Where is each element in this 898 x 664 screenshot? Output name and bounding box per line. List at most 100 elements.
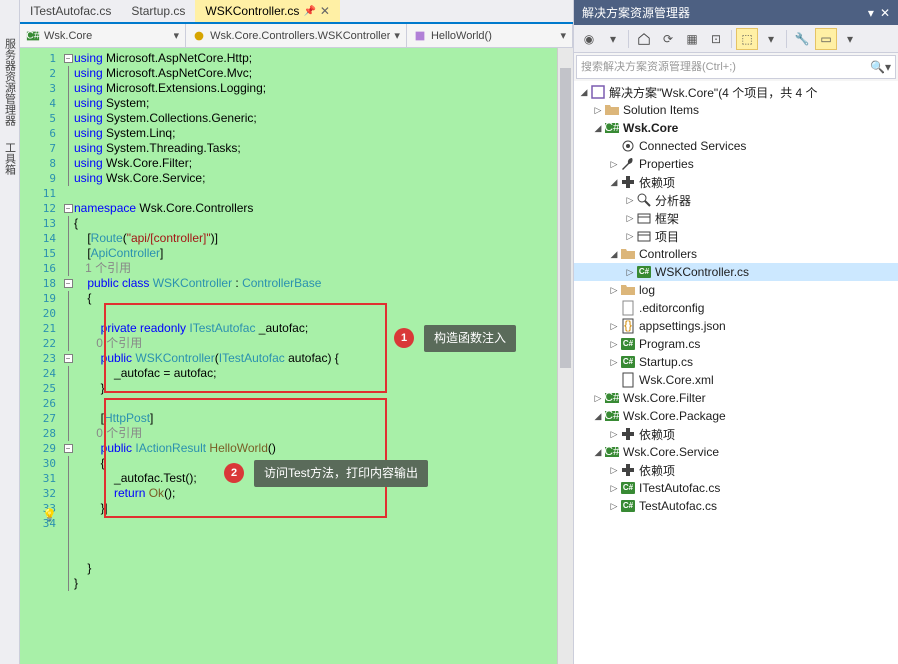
collapse-button[interactable]: ▾	[760, 28, 782, 50]
annotation-text-1: 构造函数注入	[424, 325, 516, 352]
switch-views-button[interactable]: ⟳	[657, 28, 679, 50]
nav-bar: C# Wsk.Core▾ Wsk.Core.Controllers.WSKCon…	[20, 24, 573, 48]
tree-item[interactable]: ◢C#Wsk.Core	[574, 119, 898, 137]
cs-icon: C#	[620, 480, 636, 496]
tree-item[interactable]: ▷C#TestAutofac.cs	[574, 497, 898, 515]
toolbox-tab[interactable]: 工具箱	[0, 134, 20, 183]
sync-button[interactable]: ⊡	[705, 28, 727, 50]
chevron-down-icon: ▾	[174, 29, 180, 42]
solution-tree[interactable]: ◢ 解决方案"Wsk.Core"(4 个项目，共 4 个 ▷Solution I…	[574, 81, 898, 664]
analyzer-icon	[636, 192, 652, 208]
editor-area: ITestAutofac.cs Startup.cs WSKController…	[20, 0, 573, 664]
cs-icon: C#	[620, 336, 636, 352]
svg-text:C#: C#	[26, 29, 40, 41]
back-button[interactable]: ◉	[578, 28, 600, 50]
annotation-badge-1: 1	[394, 328, 414, 348]
tree-item[interactable]: ◢依赖项	[574, 173, 898, 191]
tab-itestautofac[interactable]: ITestAutofac.cs	[20, 0, 121, 22]
search-icon[interactable]: 🔍	[870, 60, 885, 74]
cs-icon: C#	[620, 498, 636, 514]
solution-icon	[590, 84, 606, 100]
ref-icon	[620, 462, 636, 478]
solution-explorer: 解决方案资源管理器 ▾ ✕ ◉ ▾ ⟳ ▦ ⊡ ⬚ ▾ 🔧 ▭ ▾ 🔍 ▾ ◢ …	[573, 0, 898, 664]
ref-icon	[620, 426, 636, 442]
tree-item[interactable]: ◢Controllers	[574, 245, 898, 263]
tree-item[interactable]: ▷框架	[574, 209, 898, 227]
tree-item[interactable]: ▷log	[574, 281, 898, 299]
cs-icon: C#	[620, 354, 636, 370]
csproj-icon: C#	[604, 390, 620, 406]
folder-icon	[620, 246, 636, 262]
server-explorer-tab[interactable]: 服务器资源管理器	[0, 30, 20, 134]
tree-item[interactable]: ▷C#Program.cs	[574, 335, 898, 353]
solution-search[interactable]: 🔍 ▾	[576, 55, 896, 79]
method-icon	[413, 29, 427, 43]
tree-item[interactable]: ◢C#Wsk.Core.Package	[574, 407, 898, 425]
tree-item[interactable]: ▷C#ITestAutofac.cs	[574, 479, 898, 497]
annotation-badge-2: 2	[224, 463, 244, 483]
panel-title-bar: 解决方案资源管理器 ▾ ✕	[574, 0, 898, 25]
nav-class[interactable]: Wsk.Core.Controllers.WSKController▾	[186, 24, 407, 47]
svg-text:C#: C#	[604, 444, 620, 458]
tree-item[interactable]: ▷{}appsettings.json	[574, 317, 898, 335]
file-tabs: ITestAutofac.cs Startup.cs WSKController…	[20, 0, 573, 24]
nav-method[interactable]: HelloWorld()▾	[407, 24, 573, 47]
folder-icon	[604, 102, 620, 118]
tree-item[interactable]: ▷分析器	[574, 191, 898, 209]
forward-button[interactable]: ▾	[602, 28, 624, 50]
lightbulb-icon[interactable]: 💡	[42, 508, 57, 523]
csproj-icon: C#	[26, 29, 40, 43]
folder-icon	[620, 282, 636, 298]
dropdown-icon[interactable]: ▾	[868, 6, 874, 20]
tree-item[interactable]: .editorconfig	[574, 299, 898, 317]
cs-icon: C#	[636, 264, 652, 280]
more-button[interactable]: ▾	[839, 28, 861, 50]
tree-item[interactable]: Wsk.Core.xml	[574, 371, 898, 389]
tree-item[interactable]: ▷C#Startup.cs	[574, 353, 898, 371]
chevron-down-icon: ▾	[560, 29, 566, 42]
conn-icon	[620, 138, 636, 154]
svg-text:C#: C#	[604, 120, 620, 134]
pkg-icon	[636, 228, 652, 244]
wrench-icon	[620, 156, 636, 172]
tree-item[interactable]: ◢C#Wsk.Core.Service	[574, 443, 898, 461]
close-icon[interactable]: ✕	[320, 4, 330, 18]
tab-wskcontroller[interactable]: WSKController.cs 📌 ✕	[195, 0, 340, 22]
tree-item[interactable]: ▷依赖项	[574, 461, 898, 479]
csproj-icon: C#	[604, 444, 620, 460]
annotation-box-2	[104, 398, 387, 518]
nav-project[interactable]: C# Wsk.Core▾	[20, 24, 186, 47]
vertical-scrollbar[interactable]	[557, 48, 573, 664]
tree-item[interactable]: Connected Services	[574, 137, 898, 155]
left-sidebar: 服务器资源管理器 工具箱	[0, 0, 20, 664]
svg-text:{}: {}	[624, 318, 632, 332]
search-input[interactable]	[581, 61, 870, 73]
code-editor[interactable]: 123456789 11121314151618 192021222324252…	[20, 48, 573, 664]
pin-icon[interactable]: 📌	[303, 6, 315, 17]
code-outlining[interactable]: − − − − −	[62, 48, 74, 664]
tab-startup[interactable]: Startup.cs	[121, 0, 195, 22]
json-icon: {}	[620, 318, 636, 334]
show-all-button[interactable]: ⬚	[736, 28, 758, 50]
csproj-icon: C#	[604, 120, 620, 136]
annotation-box-1	[104, 303, 387, 393]
tree-item[interactable]: ▷C#WSKController.cs	[574, 263, 898, 281]
csproj-icon: C#	[604, 408, 620, 424]
tree-item[interactable]: ▷Properties	[574, 155, 898, 173]
tree-item[interactable]: ▷C#Wsk.Core.Filter	[574, 389, 898, 407]
annotation-text-2: 访问Test方法，打印内容输出	[254, 460, 428, 487]
chevron-down-icon[interactable]: ▾	[885, 60, 891, 74]
tree-item[interactable]: ▷Solution Items	[574, 101, 898, 119]
close-icon[interactable]: ✕	[880, 6, 890, 20]
home-button[interactable]	[633, 28, 655, 50]
file-icon	[620, 300, 636, 316]
tree-item[interactable]: ▷项目	[574, 227, 898, 245]
class-icon	[192, 29, 206, 43]
preview-button[interactable]: ▭	[815, 28, 837, 50]
code-content[interactable]: using Microsoft.AspNetCore.Http; using M…	[74, 48, 557, 664]
tree-item[interactable]: ▷依赖项	[574, 425, 898, 443]
properties-button[interactable]: 🔧	[791, 28, 813, 50]
pending-changes-button[interactable]: ▦	[681, 28, 703, 50]
svg-text:C#: C#	[604, 390, 620, 404]
solution-node[interactable]: ◢ 解决方案"Wsk.Core"(4 个项目，共 4 个	[574, 83, 898, 101]
